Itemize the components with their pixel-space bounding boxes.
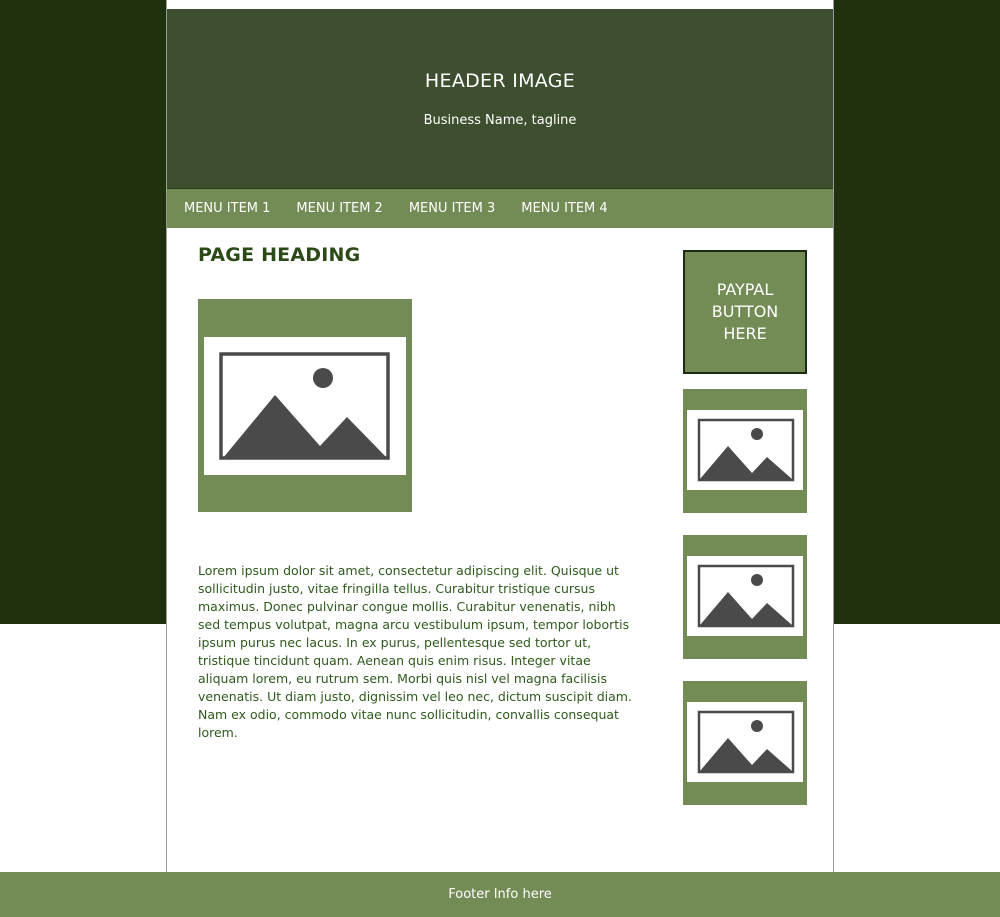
nav-item-3[interactable]: MENU ITEM 3 <box>409 201 495 216</box>
sidebar-image-1 <box>683 389 807 513</box>
body-text: Lorem ipsum dolor sit amet, consectetur … <box>198 563 632 740</box>
footer: Footer Info here <box>0 872 1000 917</box>
image-placeholder-icon <box>697 418 795 482</box>
page-container: HEADER IMAGE Business Name, tagline MENU… <box>166 0 834 872</box>
header-title: HEADER IMAGE <box>424 70 576 92</box>
sidebar-image-frame <box>687 702 803 782</box>
main-nav: MENU ITEM 1 MENU ITEM 2 MENU ITEM 3 MENU… <box>167 189 833 228</box>
page-heading: PAGE HEADING <box>198 244 361 266</box>
sidebar-image-3 <box>683 681 807 805</box>
main-image-frame <box>204 337 406 475</box>
image-placeholder-icon <box>219 352 390 460</box>
main-image <box>198 299 412 512</box>
paypal-button[interactable]: PAYPAL BUTTON HERE <box>683 250 807 374</box>
image-placeholder-icon <box>697 710 795 774</box>
sidebar-image-frame <box>687 410 803 490</box>
nav-item-1[interactable]: MENU ITEM 1 <box>184 201 270 216</box>
nav-item-4[interactable]: MENU ITEM 4 <box>521 201 607 216</box>
sidebar-image-2 <box>683 535 807 659</box>
header-tagline: Business Name, tagline <box>423 113 577 128</box>
image-placeholder-icon <box>697 564 795 628</box>
nav-item-2[interactable]: MENU ITEM 2 <box>296 201 382 216</box>
sidebar-image-frame <box>687 556 803 636</box>
header-banner: HEADER IMAGE Business Name, tagline <box>167 9 833 189</box>
footer-text: Footer Info here <box>448 887 552 902</box>
